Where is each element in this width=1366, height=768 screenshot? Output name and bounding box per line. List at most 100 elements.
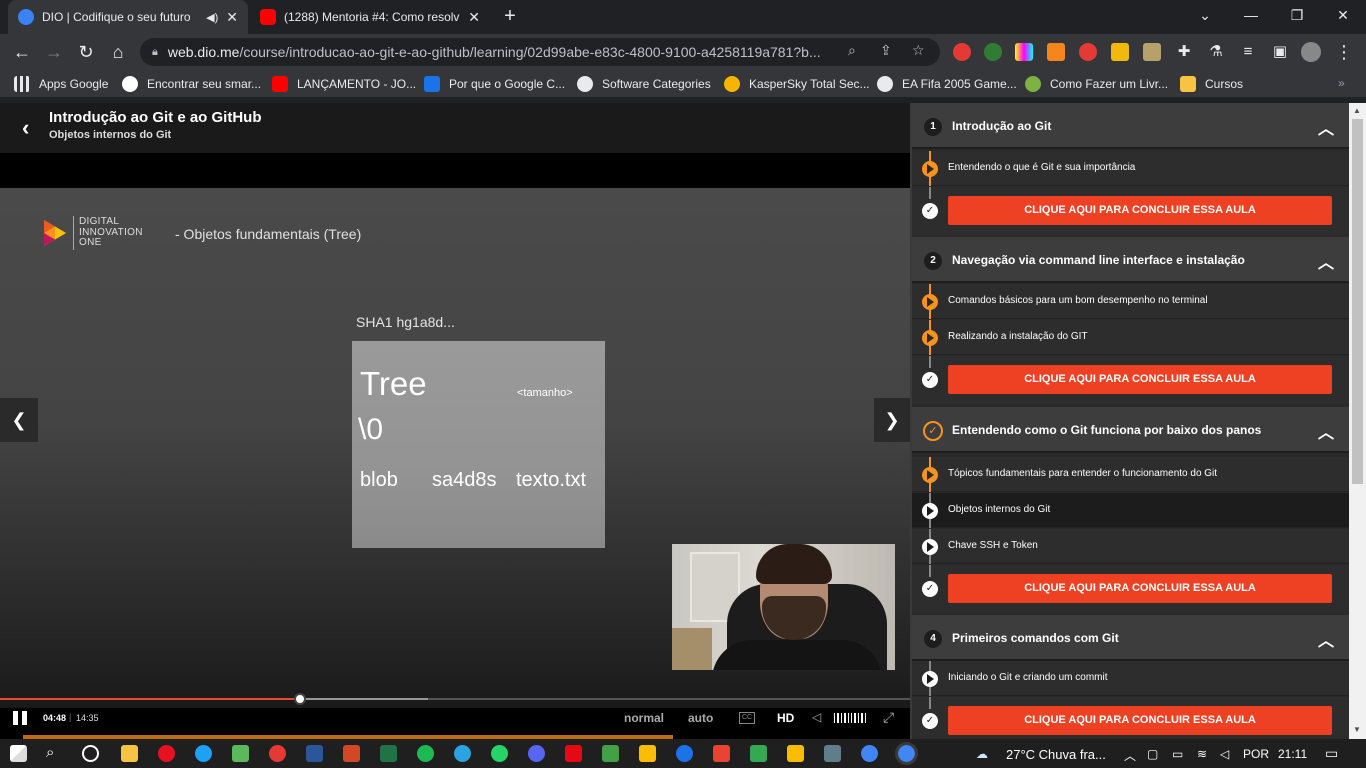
davinci-icon[interactable]: [269, 745, 286, 762]
bookmark-livro[interactable]: Como Fazer um Livr...: [1025, 76, 1168, 92]
bookmark-kaspersky[interactable]: KasperSky Total Sec...: [724, 76, 870, 92]
slides-icon[interactable]: [639, 745, 656, 762]
tray-chevron-icon[interactable]: ︿: [1124, 747, 1136, 764]
video-player[interactable]: ‹ Introdução ao Git e ao GitHub Objetos …: [0, 103, 910, 746]
lesson-item[interactable]: Comandos básicos para um bom desempenho …: [912, 284, 1349, 319]
lesson-item[interactable]: Iniciando o Git e criando um commit: [912, 661, 1349, 696]
chevron-up-icon[interactable]: ︿: [1318, 249, 1334, 273]
tab-dio[interactable]: DIO | Codifique o seu futuro ◀) ✕: [8, 0, 248, 34]
scroll-down-icon[interactable]: ▼: [1353, 725, 1361, 734]
lesson-item-active[interactable]: Objetos internos do Git: [912, 493, 1349, 528]
gallery-icon[interactable]: [602, 745, 619, 762]
color-extension-icon[interactable]: [1015, 43, 1033, 61]
remote-desktop-icon[interactable]: [824, 745, 841, 762]
note-extension-icon[interactable]: [1143, 43, 1161, 61]
close-tab-icon[interactable]: ✕: [468, 9, 480, 26]
labs-flask-icon[interactable]: ⚗: [1204, 40, 1228, 64]
tab-search-chevron-icon[interactable]: ⌄: [1182, 0, 1228, 30]
lesson-item[interactable]: Tópicos fundamentais para entender o fun…: [912, 457, 1349, 492]
whatsapp-icon[interactable]: [491, 745, 508, 762]
excel-icon[interactable]: [380, 745, 397, 762]
red-circle-extension-icon[interactable]: [1079, 43, 1097, 61]
extensions-puzzle-icon[interactable]: ✚: [1172, 40, 1196, 64]
bookmark-star-icon[interactable]: ☆: [912, 42, 925, 59]
opera-icon[interactable]: [158, 745, 175, 762]
weather-cloud-icon[interactable]: ☁: [976, 747, 988, 761]
reload-icon[interactable]: ↻: [74, 40, 98, 64]
discord-icon[interactable]: [528, 745, 545, 762]
chevron-up-icon[interactable]: ︿: [1318, 115, 1334, 139]
hd-button[interactable]: HD: [777, 711, 794, 725]
bookmark-encontrar[interactable]: Encontrar seu smar...: [122, 76, 261, 92]
notifications-icon[interactable]: ▭: [1325, 745, 1338, 762]
share-icon[interactable]: ⇪: [880, 42, 892, 59]
more-menu-icon[interactable]: ⋮: [1332, 40, 1356, 64]
lesson-item[interactable]: Realizando a instalação do GIT: [912, 320, 1349, 355]
battery-icon[interactable]: ▭: [1172, 747, 1183, 761]
module-header-3[interactable]: ✓ Entendendo como o Git funciona por bai…: [912, 407, 1349, 453]
chevron-up-icon[interactable]: ︿: [1318, 419, 1334, 443]
volume-slider[interactable]: [834, 713, 867, 723]
netflix-icon[interactable]: [565, 745, 582, 762]
windows-start-icon[interactable]: [10, 745, 27, 762]
volume-icon[interactable]: ◁: [812, 710, 821, 724]
address-bar[interactable]: 🔒︎ web.dio.me /course/introducao-ao-git-…: [140, 38, 940, 66]
captions-button[interactable]: CC: [739, 712, 755, 724]
profile-avatar[interactable]: [1301, 42, 1321, 62]
bookmark-cursos[interactable]: Cursos: [1180, 76, 1243, 92]
restore-icon[interactable]: ❐: [1274, 0, 1320, 30]
dollar-extension-icon[interactable]: [984, 43, 1002, 61]
fullscreen-icon[interactable]: ⤢: [883, 709, 894, 726]
module-header-1[interactable]: 1 Introdução ao Git ︿: [912, 103, 1349, 149]
word-icon[interactable]: [306, 745, 323, 762]
weather-text[interactable]: 27°C Chuva fra...: [1006, 747, 1106, 762]
gmail-icon[interactable]: [713, 745, 730, 762]
powerpoint-icon[interactable]: [343, 745, 360, 762]
lesson-item[interactable]: Entendendo o que é Git e sua importância: [912, 151, 1349, 186]
globe-app-icon[interactable]: [676, 745, 693, 762]
new-tab-icon[interactable]: +: [498, 4, 522, 28]
module-header-2[interactable]: 2 Navegação via command line interface e…: [912, 237, 1349, 283]
language-indicator[interactable]: POR: [1243, 747, 1269, 761]
close-window-icon[interactable]: ✕: [1320, 0, 1366, 30]
media-control-icon[interactable]: ≡: [1236, 40, 1260, 64]
bookmarks-overflow-icon[interactable]: »: [1338, 76, 1345, 90]
audio-icon[interactable]: ◀): [206, 11, 218, 24]
bookmark-por-que-google[interactable]: Por que o Google C...: [424, 76, 565, 92]
edge-icon[interactable]: [195, 745, 212, 762]
lesson-item[interactable]: Chave SSH e Token: [912, 529, 1349, 564]
finish-lesson-button[interactable]: CLIQUE AQUI PARA CONCLUIR ESSA AULA: [948, 574, 1332, 603]
module-header-4[interactable]: 4 Primeiros comandos com Git ︿: [912, 615, 1349, 661]
lock-icon[interactable]: 🔒︎: [152, 46, 158, 59]
home-icon[interactable]: ⌂: [106, 40, 130, 64]
tray-app-icon[interactable]: ▢: [1147, 747, 1158, 761]
bookmark-fifa[interactable]: EA Fifa 2005 Game...: [877, 76, 1017, 92]
minimize-icon[interactable]: —: [1228, 0, 1274, 30]
speed-button[interactable]: normal: [624, 711, 664, 725]
bookmark-software-categories[interactable]: Software Categories: [577, 76, 711, 92]
search-icon[interactable]: ⌕: [46, 744, 54, 761]
bookmark-apps-google[interactable]: Apps Google: [14, 76, 108, 92]
back-arrow-icon[interactable]: ←: [10, 40, 34, 64]
finish-lesson-button[interactable]: CLIQUE AQUI PARA CONCLUIR ESSA AULA: [948, 365, 1332, 394]
google-drive-icon[interactable]: [750, 745, 767, 762]
cortana-icon[interactable]: [82, 745, 99, 762]
speaker-icon[interactable]: ◁: [1220, 747, 1229, 761]
telegram-icon[interactable]: [454, 745, 471, 762]
close-tab-icon[interactable]: ✕: [226, 9, 238, 26]
tab-youtube[interactable]: (1288) Mentoria #4: Como resolv ✕: [250, 0, 490, 34]
quality-mode-button[interactable]: auto: [688, 711, 713, 725]
binance-icon[interactable]: [1111, 43, 1129, 61]
finish-lesson-button[interactable]: CLIQUE AQUI PARA CONCLUIR ESSA AULA: [948, 196, 1332, 225]
clock[interactable]: 21:11: [1278, 747, 1307, 761]
bookmark-lancamento[interactable]: LANÇAMENTO - JO...: [272, 76, 416, 92]
forward-arrow-icon[interactable]: →: [42, 40, 66, 64]
metamask-icon[interactable]: [1047, 43, 1065, 61]
chrome-active-icon[interactable]: [895, 742, 918, 765]
extension-badge-icon[interactable]: [953, 43, 971, 61]
pause-button[interactable]: [13, 711, 29, 725]
side-panel-icon[interactable]: ▣: [1268, 40, 1292, 64]
page-scrollbar[interactable]: ▲ ▼: [1349, 103, 1366, 739]
scroll-up-icon[interactable]: ▲: [1353, 106, 1361, 115]
next-slide-button[interactable]: ❯: [874, 398, 910, 442]
